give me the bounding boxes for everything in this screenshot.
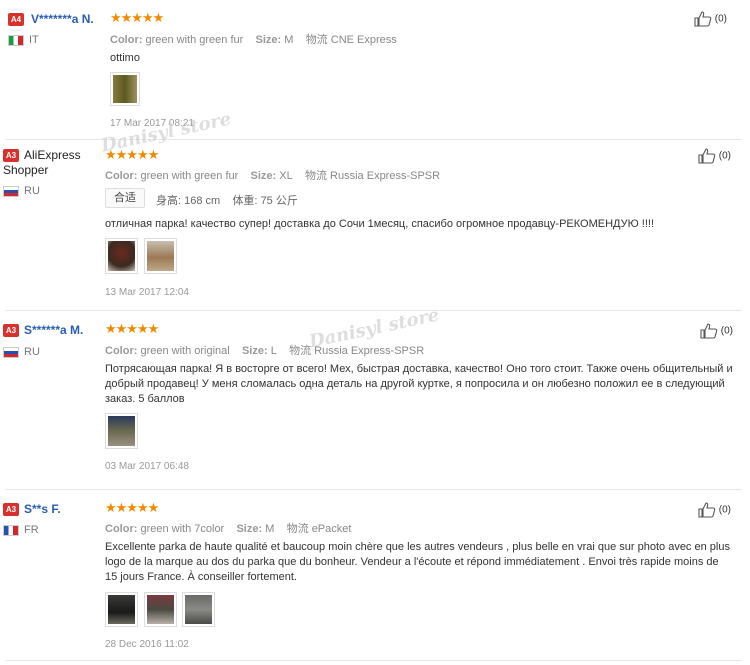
like-button[interactable]: (0) <box>700 323 733 339</box>
review-text: Excellente parka de haute qualité et bau… <box>105 541 730 583</box>
reviewer-name: S******a M. <box>24 323 84 337</box>
reviewer-name: V*******a N. <box>31 12 94 26</box>
reviewer-country: RU <box>24 185 40 197</box>
star-rating: ★★★★★ <box>105 321 159 336</box>
like-button[interactable]: (0) <box>698 502 731 518</box>
like-count: (0) <box>718 504 732 516</box>
flag-it-icon <box>8 35 24 46</box>
reviewer-name: S**s F. <box>24 502 61 516</box>
divider <box>6 489 742 490</box>
thumbs-up-icon <box>700 323 718 339</box>
order-info: Color: green with green fur Size: XL 物流 … <box>105 170 441 182</box>
member-level-badge: A3 <box>3 503 19 516</box>
divider <box>6 660 742 661</box>
order-info: Color: green with 7color Size: M 物流 ePac… <box>105 523 352 535</box>
star-rating: ★★★★★ <box>105 500 159 515</box>
member-level-badge: A4 <box>8 13 24 26</box>
thumbs-up-icon <box>694 11 712 27</box>
like-count: (0) <box>718 150 732 162</box>
review-photo[interactable] <box>105 413 138 449</box>
review-photo[interactable] <box>182 592 215 627</box>
review-photo[interactable] <box>144 592 177 627</box>
review-date: 03 Mar 2017 06:48 <box>105 461 189 472</box>
reviewer-name: AliExpress Shopper <box>3 148 81 177</box>
flag-fr-icon <box>3 525 19 536</box>
review-date: 13 Mar 2017 12:04 <box>105 287 189 298</box>
star-rating: ★★★★★ <box>105 147 159 162</box>
like-count: (0) <box>714 13 728 25</box>
like-button[interactable]: (0) <box>698 148 731 164</box>
reviewer-country: RU <box>24 346 40 358</box>
divider <box>6 310 742 311</box>
like-button[interactable]: (0) <box>694 11 727 27</box>
order-info: Color: green with original Size: L 物流 Ru… <box>105 345 425 357</box>
order-info: Color: green with green fur Size: M 物流 C… <box>110 34 397 46</box>
review-text: ottimo <box>110 52 140 64</box>
flag-ru-icon <box>3 186 19 197</box>
member-level-badge: A3 <box>3 324 19 337</box>
review-photo[interactable] <box>110 72 140 106</box>
fit-tag: 合适 <box>105 188 145 208</box>
like-count: (0) <box>720 325 734 337</box>
review-photo[interactable] <box>144 238 177 274</box>
star-rating: ★★★★★ <box>110 10 164 25</box>
review-text: Потрясающая парка! Я в восторге от всего… <box>105 363 733 405</box>
review-photo[interactable] <box>105 592 138 627</box>
review-photo[interactable] <box>105 238 138 274</box>
flag-ru-icon <box>3 347 19 358</box>
reviewer-country: FR <box>24 524 39 536</box>
review-date: 28 Dec 2016 11:02 <box>105 639 189 650</box>
thumbs-up-icon <box>698 502 716 518</box>
reviewer-country: IT <box>29 34 39 46</box>
body-info: 身高: 168 cm 体重: 75 公斤 <box>156 195 298 207</box>
thumbs-up-icon <box>698 148 716 164</box>
review-text: отличная парка! качество супер! доставка… <box>105 218 655 230</box>
